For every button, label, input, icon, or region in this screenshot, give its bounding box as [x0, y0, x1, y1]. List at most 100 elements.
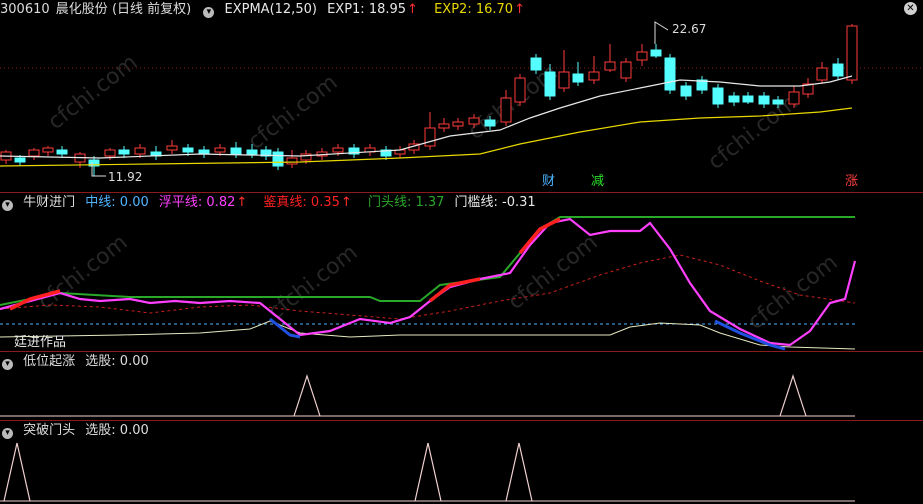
up-arrow-icon: ↑: [514, 2, 525, 17]
fuping-text: 浮平线: 0.82: [158, 195, 236, 210]
zhong-line-value: 中线: 0.00: [85, 195, 149, 210]
signal-spike: [779, 374, 807, 417]
candle-body: [816, 67, 828, 81]
candle-body: [484, 119, 496, 127]
candle-body: [198, 149, 210, 155]
candle-body: [134, 147, 146, 155]
tupo-header: ▾ 突破门头 选股: 0.00: [0, 422, 155, 440]
candle-body: [604, 61, 616, 71]
candle-body: [424, 127, 436, 147]
candle-body: [620, 61, 632, 79]
period-label[interactable]: (日线 前复权): [112, 2, 191, 17]
mentou-line: [0, 216, 855, 306]
signal-spike: [414, 442, 442, 502]
low-price-label: 11.92: [108, 170, 142, 184]
author-credit: 廷进作品: [14, 335, 67, 350]
price-header: 300610 晨化股份 (日线 前复权) ▾ EXPMA(12,50) EXP1…: [0, 1, 537, 19]
candle-body: [664, 57, 676, 91]
candle-body: [182, 147, 194, 153]
candle-body: [56, 149, 68, 155]
tupo-panel[interactable]: ▾ 突破门头 选股: 0.00: [0, 421, 923, 504]
candle-body: [452, 121, 464, 127]
exp1-text: EXP1: 18.95: [327, 2, 407, 17]
candle-body: [530, 57, 542, 71]
candle-body: [272, 151, 284, 167]
high-price-label: 22.67: [672, 22, 706, 36]
indicator-title[interactable]: 牛财进门: [23, 195, 75, 210]
jianzhen-segment: [428, 277, 481, 303]
candle-body: [230, 147, 242, 155]
candle-body: [286, 157, 298, 165]
jianzhen-segment: [518, 217, 561, 255]
candle-body: [438, 123, 450, 129]
fuping-avg-line: [0, 254, 856, 320]
niucai-header: ▾ 牛财进门 中线: 0.00 浮平线: 0.82↑ 鉴真线: 0.35↑ 门头…: [0, 194, 542, 212]
stock-name: 晨化股份: [55, 2, 108, 17]
up-arrow-icon: ↑: [407, 2, 418, 17]
mentou-line-value: 门头线: 1.37: [367, 195, 445, 210]
indicator-title[interactable]: 低位起涨: [23, 354, 75, 369]
candle-body: [650, 49, 662, 57]
niucai-indicator-chart[interactable]: [0, 193, 923, 351]
candle-body: [42, 147, 54, 153]
candle-body: [728, 95, 740, 103]
signal-spike: [293, 374, 321, 417]
candle-body: [14, 157, 26, 163]
select-value: 选股: 0.00: [85, 423, 149, 438]
jianzhen-line-value: 鉴真线: 0.35↑: [263, 195, 357, 210]
high-pointer: [654, 21, 669, 44]
candle-body: [166, 145, 178, 151]
candle-body: [558, 71, 570, 89]
candle-body: [104, 149, 116, 157]
signal-spike: [505, 442, 533, 502]
candle-body: [514, 77, 526, 103]
candle-body: [680, 85, 692, 97]
candle-body: [788, 91, 800, 105]
settings-icon[interactable]: ▾: [2, 200, 13, 211]
candle-body: [214, 147, 226, 153]
candle-body: [118, 149, 130, 155]
settings-icon[interactable]: ▾: [2, 359, 13, 370]
candle-body: [28, 149, 40, 157]
candlestick-chart[interactable]: [0, 0, 923, 192]
fuping-line-value: 浮平线: 0.82↑: [159, 195, 253, 210]
candle-body: [468, 117, 480, 125]
candle-body: [544, 71, 556, 97]
exp1-value: EXP1: 18.95↑: [327, 2, 424, 17]
settings-icon[interactable]: ▾: [203, 7, 215, 18]
candle-body: [588, 71, 600, 81]
candle-body: [636, 51, 648, 61]
high-price-text: 22.67: [672, 22, 707, 36]
candle-body: [832, 63, 844, 77]
low-price-text: 11.92: [108, 170, 143, 184]
up-arrow-icon: ↑: [340, 195, 352, 210]
event-tag-cai[interactable]: 财: [539, 174, 558, 190]
event-tag-zhang[interactable]: 涨: [842, 174, 861, 190]
settings-icon[interactable]: ▾: [2, 428, 13, 439]
candle-body: [758, 95, 770, 105]
candle-body: [332, 147, 344, 153]
candle-body: [712, 87, 724, 105]
indicator-name[interactable]: EXPMA(12,50): [225, 2, 317, 17]
candle-body: [772, 99, 784, 105]
exp2-text: EXP2: 16.70: [434, 2, 514, 17]
menlian-line-value: 门槛线: -0.31: [454, 195, 536, 210]
indicator-title[interactable]: 突破门头: [23, 423, 75, 438]
exp2-value: EXP2: 16.70↑: [434, 2, 531, 17]
price-panel[interactable]: 300610 晨化股份 (日线 前复权) ▾ EXPMA(12,50) EXP1…: [0, 0, 923, 193]
diwei-panel[interactable]: ▾ 低位起涨 选股: 0.00: [0, 352, 923, 421]
diwei-header: ▾ 低位起涨 选股: 0.00: [0, 353, 155, 371]
candle-body: [846, 25, 858, 81]
candle-body: [742, 95, 754, 103]
stock-code: 300610: [0, 2, 50, 17]
signal-spike: [3, 442, 31, 502]
candle-body: [500, 97, 512, 123]
up-arrow-icon: ↑: [236, 195, 248, 210]
candle-body: [246, 149, 258, 155]
event-tag-jian[interactable]: 减: [588, 174, 607, 190]
jianzhen-text: 鉴真线: 0.35: [263, 195, 340, 210]
niucai-panel[interactable]: ▾ 牛财进门 中线: 0.00 浮平线: 0.82↑ 鉴真线: 0.35↑ 门头…: [0, 193, 923, 352]
select-value: 选股: 0.00: [85, 354, 149, 369]
candle-body: [572, 73, 584, 83]
close-icon[interactable]: ✕: [904, 2, 917, 15]
